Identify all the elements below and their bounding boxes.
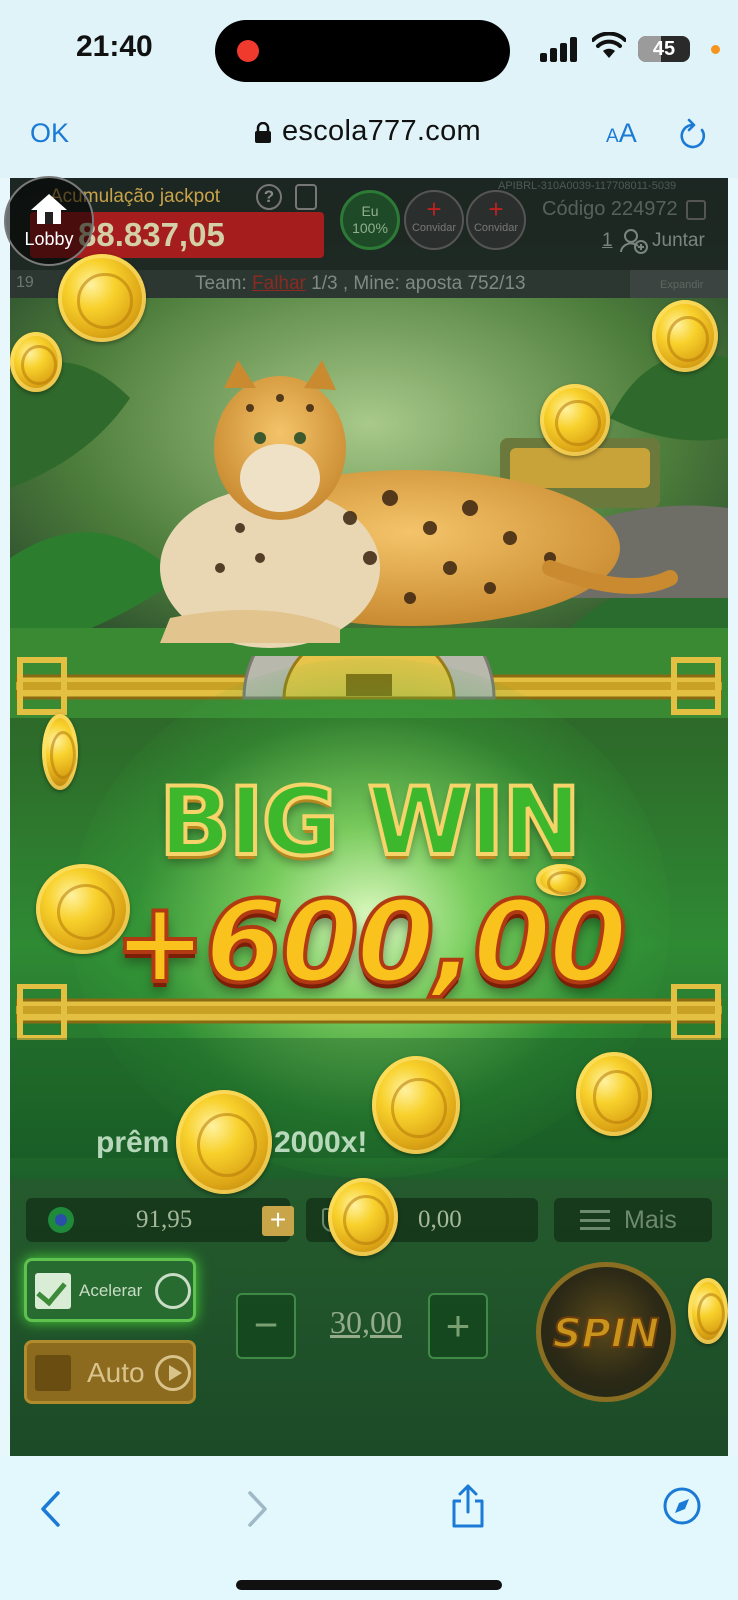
gold-coin-icon	[10, 332, 62, 392]
autoplay-toggle[interactable]: Auto	[24, 1340, 196, 1404]
checkbox-icon	[35, 1355, 71, 1391]
spin-label: SPIN	[552, 1310, 660, 1358]
invite-label: Convidar	[411, 222, 457, 234]
browser-toolbar	[0, 1456, 738, 1600]
gold-coin-icon	[576, 1052, 652, 1136]
clock-time: 21:40	[76, 30, 153, 63]
game-viewport[interactable]: Acumulação jackpot ? 88.837,05 Eu 100% +…	[10, 178, 728, 1456]
expand-button[interactable]: Expandir	[630, 270, 728, 300]
lightning-icon	[155, 1273, 191, 1309]
battery-percent: 45	[652, 38, 676, 60]
api-code: APIBRL-310A0039-117708011-5039	[498, 180, 677, 192]
dynamic-island	[215, 20, 510, 82]
invite-button-1[interactable]: + Convidar	[404, 190, 464, 250]
team-status-text: Team: Falhar 1/3 , Mine: aposta 752/13	[195, 273, 526, 295]
document-icon[interactable]	[295, 184, 317, 210]
brazil-flag-icon	[48, 1207, 74, 1233]
player-name: Eu	[361, 203, 379, 219]
gold-coin-icon	[58, 254, 146, 342]
ok-button[interactable]: OK	[30, 118, 69, 149]
help-icon[interactable]: ?	[256, 184, 282, 210]
more-menu-button[interactable]: Mais	[554, 1198, 712, 1242]
lobby-label: Lobby	[24, 229, 74, 249]
status-bar: 21:40 45	[0, 0, 738, 100]
text-size-button[interactable]: AA	[606, 118, 637, 149]
invite-button-2[interactable]: + Convidar	[466, 190, 526, 250]
home-indicator[interactable]	[236, 1580, 502, 1590]
play-icon	[155, 1355, 191, 1391]
team-progress: 1/3 , Mine: aposta 752/13	[311, 273, 526, 294]
big-win-title: BIG WIN	[157, 766, 583, 879]
home-icon	[31, 194, 67, 224]
multiplier-text: 2000x!	[274, 1126, 368, 1159]
spin-button[interactable]: SPIN	[536, 1262, 676, 1402]
lock-icon	[255, 122, 271, 143]
gold-coin-icon	[36, 864, 130, 954]
copy-icon[interactable]	[686, 200, 706, 220]
gold-coin-icon	[328, 1178, 398, 1256]
jaguar-jungle-scene	[10, 298, 728, 718]
win-banner-bottom	[16, 984, 722, 1040]
join-button[interactable]: Juntar	[652, 230, 705, 252]
lobby-button[interactable]: Lobby	[4, 176, 94, 266]
gold-coin-icon	[176, 1090, 272, 1194]
cellular-signal-icon	[540, 36, 580, 62]
gold-coin-icon	[652, 300, 718, 372]
add-user-icon[interactable]	[620, 228, 648, 254]
battery-icon: 45	[638, 36, 690, 62]
plus-icon: +	[426, 194, 442, 224]
browser-address-bar: OK escola777.com AA	[0, 100, 738, 178]
aa-small-letter: A	[606, 126, 619, 147]
room-code: Código 224972	[542, 198, 678, 220]
gold-coin-icon	[688, 1278, 728, 1344]
menu-icon	[580, 1210, 610, 1230]
bet-increase-button[interactable]: +	[428, 1293, 488, 1359]
gold-coin-icon	[42, 714, 78, 790]
player-share-badge: Eu 100%	[340, 190, 400, 250]
more-label: Mais	[624, 1206, 677, 1234]
wifi-icon	[592, 32, 626, 58]
team-prefix: Team:	[195, 273, 247, 294]
plus-icon: +	[488, 194, 504, 224]
bet-amount[interactable]: 30,00	[306, 1304, 426, 1341]
aa-large-letter: A	[618, 118, 637, 148]
checkbox-checked-icon	[35, 1273, 71, 1309]
balance-value: 91,95	[136, 1206, 193, 1233]
turbo-toggle[interactable]: Acelerar	[24, 1258, 196, 1322]
prize-text: prêm	[96, 1126, 170, 1159]
forward-icon[interactable]	[246, 1490, 270, 1528]
team-counter: 19	[16, 274, 34, 291]
gold-coin-icon	[372, 1056, 460, 1154]
url-text[interactable]: escola777.com	[282, 115, 481, 148]
autoplay-label: Auto	[87, 1357, 145, 1388]
gold-coin-icon	[540, 384, 610, 456]
balance-display: 91,95 +	[26, 1198, 294, 1242]
compass-icon[interactable]	[662, 1486, 702, 1526]
recording-indicator-icon	[237, 40, 259, 62]
reload-icon[interactable]	[678, 118, 708, 152]
player-percent: 100%	[352, 220, 388, 236]
share-icon[interactable]	[450, 1484, 486, 1528]
team-result: Falhar	[252, 273, 306, 294]
gold-coin-icon	[536, 864, 586, 896]
join-count: 1	[602, 230, 613, 251]
turbo-label: Acelerar	[79, 1281, 143, 1300]
invite-label: Convidar	[473, 222, 519, 234]
back-icon[interactable]	[38, 1490, 62, 1528]
deposit-plus-button[interactable]: +	[262, 1206, 294, 1236]
last-win-value: 0,00	[418, 1206, 462, 1233]
privacy-indicator-icon	[711, 45, 720, 54]
bet-decrease-button[interactable]: −	[236, 1293, 296, 1359]
